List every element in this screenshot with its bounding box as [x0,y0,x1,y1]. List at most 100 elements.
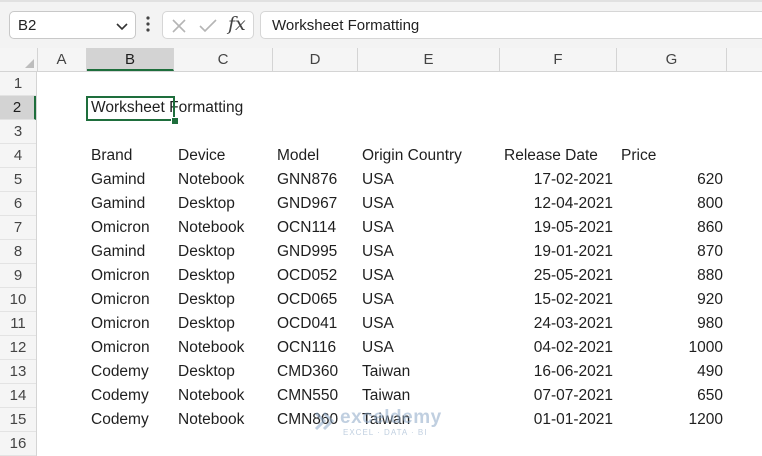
data-cell-brand[interactable]: Omicron [87,216,154,240]
data-cell-date[interactable]: 17-02-2021 [500,168,617,192]
data-cell-brand[interactable]: Omicron [87,336,154,360]
header-cell-price[interactable]: Price [617,144,660,168]
enter-check-icon[interactable] [199,18,217,39]
data-cell-device[interactable]: Desktop [174,240,239,264]
data-cell-model[interactable]: OCN114 [273,216,340,240]
data-cell-country[interactable]: Taiwan [358,384,414,408]
data-cell-country[interactable]: USA [358,336,398,360]
data-cell-device[interactable]: Desktop [174,192,239,216]
data-cell-country[interactable]: USA [358,240,398,264]
data-cell-price[interactable]: 490 [617,360,727,384]
row-header-7[interactable]: 7 [0,216,36,240]
data-cell-model[interactable]: CMD360 [273,360,342,384]
row-header-8[interactable]: 8 [0,240,36,264]
data-cell-date[interactable]: 19-01-2021 [500,240,617,264]
data-cell-brand[interactable]: Gamind [87,192,149,216]
data-cell-brand[interactable]: Omicron [87,288,154,312]
fill-handle[interactable] [171,117,179,125]
data-cell-country[interactable]: USA [358,192,398,216]
row-header-10[interactable]: 10 [0,288,36,312]
more-options-icon[interactable] [145,15,151,38]
data-cell-model[interactable]: CMN550 [273,384,342,408]
data-cell-date[interactable]: 12-04-2021 [500,192,617,216]
data-cell-price[interactable]: 880 [617,264,727,288]
row-header-3[interactable]: 3 [0,120,36,144]
data-cell-device[interactable]: Notebook [174,216,248,240]
data-cell-price[interactable]: 1200 [617,408,727,432]
row-header-5[interactable]: 5 [0,168,36,192]
data-cell-date[interactable]: 07-07-2021 [500,384,617,408]
data-cell-model[interactable]: GNN876 [273,168,341,192]
data-cell-price[interactable]: 650 [617,384,727,408]
data-cell-price[interactable]: 1000 [617,336,727,360]
data-cell-brand[interactable]: Omicron [87,264,154,288]
data-cell-price[interactable]: 980 [617,312,727,336]
data-cell-device[interactable]: Desktop [174,264,239,288]
row-header-6[interactable]: 6 [0,192,36,216]
data-cell-device[interactable]: Desktop [174,288,239,312]
data-cell-country[interactable]: USA [358,168,398,192]
row-header-16[interactable]: 16 [0,432,36,456]
header-cell-device[interactable]: Device [174,144,229,168]
data-cell-device[interactable]: Notebook [174,336,248,360]
header-cell-country[interactable]: Origin Country [358,144,466,168]
row-header-12[interactable]: 12 [0,336,36,360]
header-cell-date[interactable]: Release Date [500,144,602,168]
column-header-a[interactable]: A [37,48,87,71]
data-cell-price[interactable]: 860 [617,216,727,240]
column-header-f[interactable]: F [500,48,617,71]
name-box[interactable]: B2 [9,11,136,39]
data-cell-date[interactable]: 19-05-2021 [500,216,617,240]
row-header-9[interactable]: 9 [0,264,36,288]
column-header-g[interactable]: G [617,48,727,71]
data-cell-device[interactable]: Desktop [174,360,239,384]
cancel-icon[interactable] [171,18,187,39]
header-cell-brand[interactable]: Brand [87,144,136,168]
data-cell-price[interactable]: 920 [617,288,727,312]
data-cell-brand[interactable]: Codemy [87,360,153,384]
data-cell-device[interactable]: Notebook [174,384,248,408]
worksheet-grid[interactable]: Worksheet Formatting Brand Device Model Ori… [37,72,762,456]
data-cell-date[interactable]: 16-06-2021 [500,360,617,384]
data-cell-device[interactable]: Notebook [174,168,248,192]
data-cell-brand[interactable]: Gamind [87,168,149,192]
column-header-e[interactable]: E [358,48,500,71]
data-cell-brand[interactable]: Omicron [87,312,154,336]
data-cell-date[interactable]: 15-02-2021 [500,288,617,312]
data-cell-model[interactable]: OCD041 [273,312,341,336]
row-header-13[interactable]: 13 [0,360,36,384]
cell-b2-title[interactable]: Worksheet Formatting [87,96,247,120]
data-cell-country[interactable]: USA [358,216,398,240]
data-cell-country[interactable]: USA [358,312,398,336]
data-cell-model[interactable]: OCD052 [273,264,341,288]
data-cell-price[interactable]: 620 [617,168,727,192]
data-cell-brand[interactable]: Gamind [87,240,149,264]
data-cell-date[interactable]: 25-05-2021 [500,264,617,288]
data-cell-country[interactable]: Taiwan [358,360,414,384]
formula-input[interactable]: Worksheet Formatting [260,11,762,39]
data-cell-date[interactable]: 01-01-2021 [500,408,617,432]
data-cell-device[interactable]: Notebook [174,408,248,432]
row-header-15[interactable]: 15 [0,408,36,432]
data-cell-date[interactable]: 04-02-2021 [500,336,617,360]
data-cell-device[interactable]: Desktop [174,312,239,336]
row-header-2[interactable]: 2 [0,96,36,120]
chevron-down-icon[interactable] [115,19,129,38]
header-cell-model[interactable]: Model [273,144,323,168]
column-header-c[interactable]: C [174,48,273,71]
data-cell-model[interactable]: GND967 [273,192,341,216]
data-cell-price[interactable]: 870 [617,240,727,264]
row-header-4[interactable]: 4 [0,144,36,168]
insert-function-button[interactable]: fx [228,13,246,35]
row-header-1[interactable]: 1 [0,72,36,96]
column-header-d[interactable]: D [273,48,358,71]
data-cell-brand[interactable]: Codemy [87,408,153,432]
column-header-b[interactable]: B [87,48,174,71]
data-cell-model[interactable]: OCD065 [273,288,341,312]
data-cell-price[interactable]: 800 [617,192,727,216]
data-cell-brand[interactable]: Codemy [87,384,153,408]
row-header-14[interactable]: 14 [0,384,36,408]
data-cell-model[interactable]: OCN116 [273,336,340,360]
data-cell-date[interactable]: 24-03-2021 [500,312,617,336]
data-cell-country[interactable]: USA [358,288,398,312]
